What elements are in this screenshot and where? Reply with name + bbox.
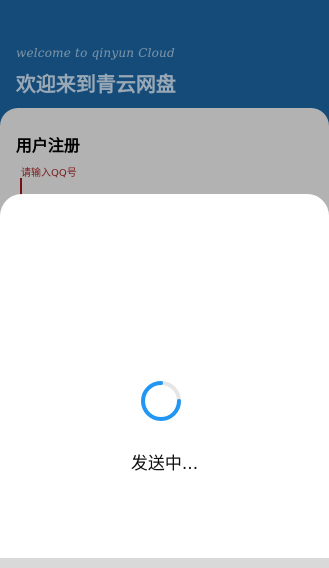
sending-bottom-sheet: 发送中... bbox=[0, 194, 329, 558]
app-title: 欢迎来到青云网盘 bbox=[16, 72, 176, 96]
loading-spinner-icon bbox=[141, 381, 181, 421]
qq-input-placeholder: 请输入QQ号 bbox=[21, 168, 77, 179]
welcome-text: welcome to qinyun Cloud bbox=[16, 46, 175, 60]
sending-status-text: 发送中... bbox=[130, 454, 199, 474]
registration-title: 用户注册 bbox=[16, 136, 81, 155]
